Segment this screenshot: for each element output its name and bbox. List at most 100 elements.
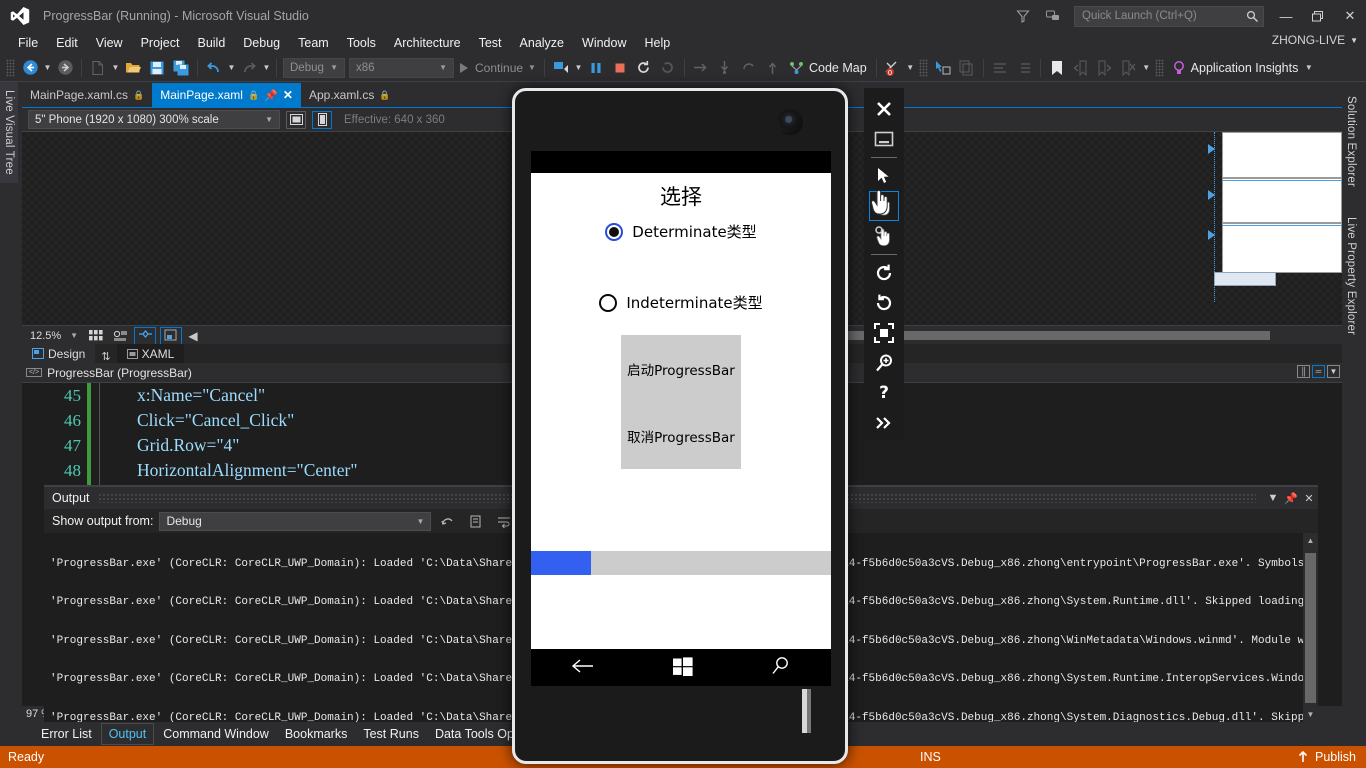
device-selector-combo[interactable]: 5" Phone (1920 x 1080) 300% scale ▼ xyxy=(28,110,280,129)
phone-screen[interactable]: 选择 Determinate类型 Indeterminate类型 启动Progr… xyxy=(531,151,831,686)
close-icon[interactable]: ✕ xyxy=(283,88,293,102)
pin-icon[interactable]: 📌 xyxy=(1282,492,1300,505)
bookmark-dropdown[interactable]: ▼ xyxy=(1141,56,1152,80)
undo-dropdown[interactable]: ▼ xyxy=(226,56,237,80)
menu-item-edit[interactable]: Edit xyxy=(47,34,87,52)
tab-xaml-view[interactable]: XAML xyxy=(116,344,185,363)
emulator-more-icon[interactable] xyxy=(869,408,899,438)
toggle-bookmark-icon[interactable] xyxy=(1045,56,1069,80)
cancel-progressbar-button[interactable]: 取消ProgressBar xyxy=(621,402,741,469)
navigate-backward-icon[interactable] xyxy=(18,56,42,80)
landscape-orientation-button[interactable] xyxy=(286,110,306,129)
pause-icon[interactable] xyxy=(584,56,608,80)
show-grid-icon[interactable] xyxy=(86,327,106,345)
sidebar-item-solution-explorer[interactable]: Solution Explorer xyxy=(1342,88,1360,195)
tab-output[interactable]: Output xyxy=(100,723,155,745)
tab-mainpage-xaml-cs[interactable]: MainPage.xaml.cs 🔒 xyxy=(22,83,153,107)
solution-config-combo[interactable]: Debug ▼ xyxy=(283,57,345,78)
phone-scroll-indicator[interactable] xyxy=(802,689,811,733)
menu-item-project[interactable]: Project xyxy=(132,34,189,52)
scroll-down-icon[interactable]: ▼ xyxy=(1303,707,1318,722)
close-button[interactable]: ✕ xyxy=(1334,1,1366,31)
emulator-fit-to-screen-icon[interactable] xyxy=(869,318,899,348)
toolbar-grip[interactable] xyxy=(6,58,15,77)
start-progressbar-button[interactable]: 启动ProgressBar xyxy=(621,335,741,402)
save-icon[interactable] xyxy=(145,56,169,80)
emulator-zoom-icon[interactable] xyxy=(869,348,899,378)
publish-button[interactable]: Publish xyxy=(1297,750,1356,764)
restart-icon[interactable] xyxy=(632,56,656,80)
attach-process-icon[interactable] xyxy=(549,56,573,80)
solution-platform-combo[interactable]: x86 ▼ xyxy=(349,57,454,78)
radio-button-selected[interactable] xyxy=(605,222,624,241)
find-message-icon[interactable] xyxy=(437,511,459,531)
designer-zoom-combo[interactable]: 12.5% ▼ xyxy=(26,327,82,344)
output-vertical-scrollbar[interactable]: ▲ ▼ xyxy=(1303,533,1318,722)
menu-item-test[interactable]: Test xyxy=(470,34,511,52)
comment-icon[interactable] xyxy=(988,56,1012,80)
close-icon[interactable]: ✕ xyxy=(1300,492,1318,505)
attach-dropdown[interactable]: ▼ xyxy=(573,56,584,80)
clear-bookmarks-icon[interactable] xyxy=(1117,56,1141,80)
artboard-background-icon[interactable] xyxy=(160,326,182,345)
application-insights-dropdown[interactable]: ▼ xyxy=(1303,56,1314,80)
error-list-icon[interactable]: 0 xyxy=(881,56,905,80)
pin-icon[interactable]: 📌 xyxy=(264,89,278,102)
tab-app-xaml-cs[interactable]: App.xaml.cs 🔒 xyxy=(300,83,399,107)
next-bookmark-icon[interactable] xyxy=(1093,56,1117,80)
uncomment-icon[interactable] xyxy=(1012,56,1036,80)
menu-item-view[interactable]: View xyxy=(87,34,132,52)
tab-command-window[interactable]: Command Window xyxy=(156,724,276,744)
feedback-funnel-icon[interactable] xyxy=(1008,2,1038,30)
menu-item-file[interactable]: File xyxy=(9,34,47,52)
panel-menu-icon[interactable]: ▼ xyxy=(1264,492,1282,504)
search-icon[interactable] xyxy=(770,655,792,680)
split-horizontal-icon[interactable]: ═ xyxy=(1312,365,1325,378)
open-file-icon[interactable] xyxy=(121,56,145,80)
user-account[interactable]: ZHONG-LIVE ▼ xyxy=(1272,33,1358,47)
navigate-forward-icon[interactable] xyxy=(53,56,77,80)
new-file-dropdown[interactable]: ▼ xyxy=(110,56,121,80)
tab-design-view[interactable]: Design xyxy=(22,344,96,363)
menu-item-debug[interactable]: Debug xyxy=(234,34,289,52)
quick-launch-box[interactable] xyxy=(1074,5,1264,27)
code-map-icon[interactable] xyxy=(785,56,809,80)
menu-item-window[interactable]: Window xyxy=(573,34,635,52)
snap-to-grid-icon[interactable] xyxy=(110,327,130,345)
restart-alt-icon[interactable] xyxy=(656,56,680,80)
menu-item-architecture[interactable]: Architecture xyxy=(385,34,470,52)
emulator-rotate-left-icon[interactable] xyxy=(869,258,899,288)
stop-icon[interactable] xyxy=(608,56,632,80)
save-all-icon[interactable] xyxy=(169,56,193,80)
redo-dropdown[interactable]: ▼ xyxy=(261,56,272,80)
navigate-backward-dropdown[interactable]: ▼ xyxy=(42,56,53,80)
copy-lines-icon[interactable] xyxy=(955,56,979,80)
radio-option-indeterminate[interactable]: Indeterminate类型 xyxy=(531,292,831,313)
send-feedback-icon[interactable] xyxy=(1038,2,1068,30)
menu-item-tools[interactable]: Tools xyxy=(338,34,385,52)
code-map-label[interactable]: Code Map xyxy=(809,61,872,75)
step-into-icon[interactable] xyxy=(689,56,713,80)
radio-option-determinate[interactable]: Determinate类型 xyxy=(531,221,831,242)
restore-button[interactable] xyxy=(1302,1,1334,31)
tab-bookmarks[interactable]: Bookmarks xyxy=(278,724,355,744)
menu-item-help[interactable]: Help xyxy=(635,34,679,52)
radio-button-unselected[interactable] xyxy=(599,293,618,312)
continue-button[interactable]: Continue ▼ xyxy=(456,61,540,75)
undo-icon[interactable] xyxy=(202,56,226,80)
tab-mainpage-xaml[interactable]: MainPage.xaml 🔒 📌 ✕ xyxy=(152,83,301,107)
emulator-pointer-icon[interactable] xyxy=(869,161,899,191)
go-to-definition-icon[interactable] xyxy=(931,56,955,80)
step-over-icon[interactable] xyxy=(713,56,737,80)
tab-error-list[interactable]: Error List xyxy=(34,724,99,744)
application-insights-label[interactable]: Application Insights xyxy=(1191,61,1304,75)
emulator-help-icon[interactable]: ? xyxy=(869,378,899,408)
scroll-up-icon[interactable]: ▲ xyxy=(1303,533,1318,548)
application-insights-icon[interactable] xyxy=(1167,56,1191,80)
collapse-icon[interactable]: ▼ xyxy=(1327,365,1340,378)
scrollbar-thumb[interactable] xyxy=(1305,553,1316,703)
emulator-close-icon[interactable] xyxy=(869,94,899,124)
step-out-icon[interactable] xyxy=(737,56,761,80)
back-icon[interactable] xyxy=(570,658,596,677)
phone-emulator[interactable]: 选择 Determinate类型 Indeterminate类型 启动Progr… xyxy=(512,88,848,764)
